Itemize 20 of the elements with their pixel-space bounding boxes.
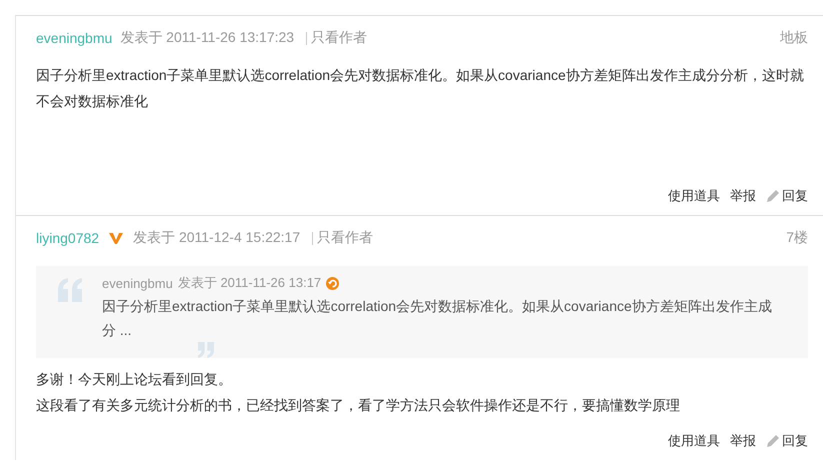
post-text: 这段看了有关多元统计分析的书，已经找到答案了，看了学方法只会软件操作还是不行，要搞懂数学原理 [36,396,681,415]
quote-date: 发表于 2011-11-26 13:17 [178,274,322,292]
floor-number: 7楼 [786,229,808,247]
jump-to-post-icon[interactable] [326,276,340,290]
action-link[interactable]: 举报 [730,432,756,450]
floor-number: 地板 [780,29,808,47]
pencil-icon [766,189,780,203]
quote-open-icon [56,278,84,302]
post-text: 因子分析里extraction子菜单里默认选correlation会先对数据标准化。如果从covariance协方差矩阵出发作主成分分析，这时就不会对数据标准化 [36,66,805,111]
post-text: 多谢！今天刚上论坛看到回复。 [36,370,233,389]
quote-author: eveningbmu [102,276,173,290]
post-date: 发表于 2011-11-26 13:17:23 [120,29,294,47]
action-link[interactable]: 使用道具 [668,187,720,205]
reply-link[interactable]: 回复 [782,187,808,205]
pencil-icon [766,434,780,448]
action-link[interactable]: 举报 [730,187,756,205]
post-date: 发表于 2011-12-4 15:22:17 [133,229,300,247]
quote-text: 因子分析里extraction子菜单里默认选correlation会先对数据标准化。如果从covariance协方差矩阵出发作主成分 ... [102,297,773,340]
reply-link[interactable]: 回复 [782,432,808,450]
action-link[interactable]: 使用道具 [668,432,720,450]
